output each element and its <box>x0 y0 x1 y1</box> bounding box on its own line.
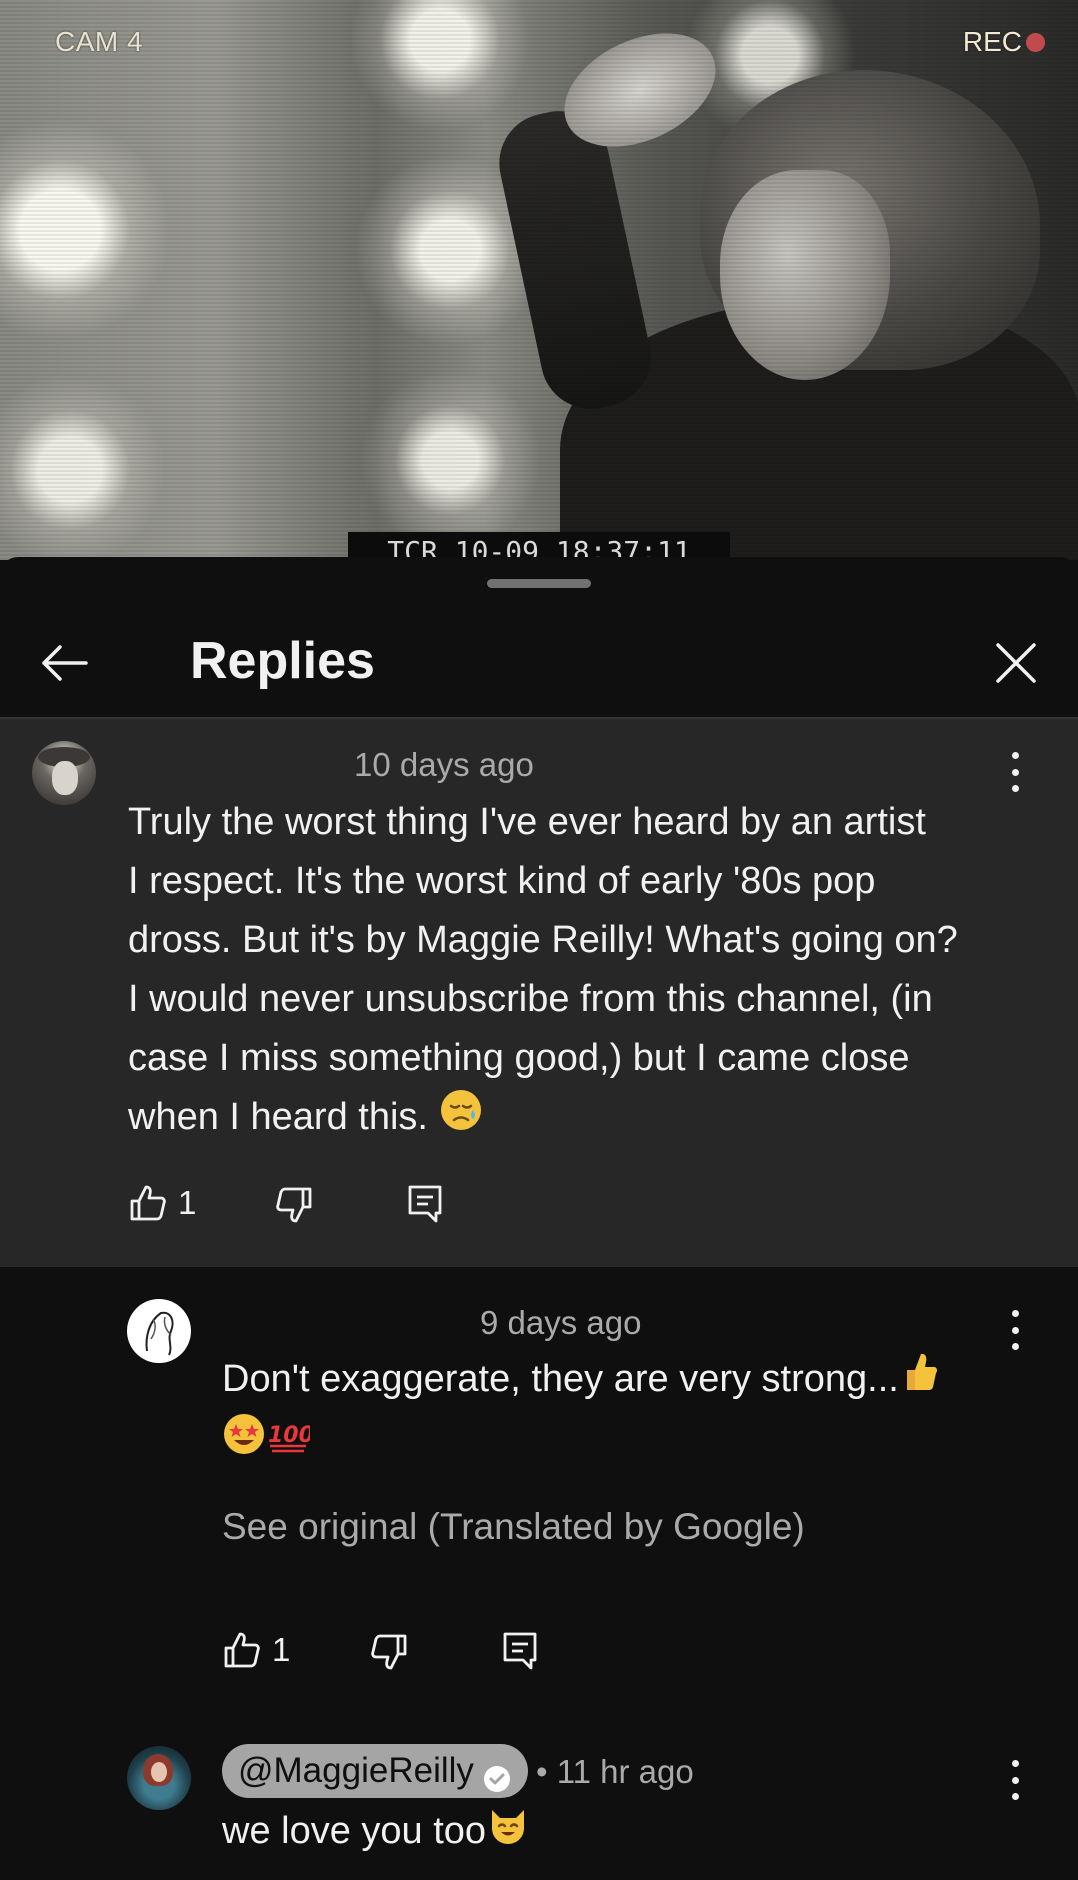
like-button[interactable]: 1 <box>222 1630 290 1670</box>
svg-text:100: 100 <box>268 1423 310 1448</box>
dislike-button[interactable] <box>274 1185 314 1225</box>
close-button[interactable] <box>988 635 1044 691</box>
like-count: 1 <box>178 1184 197 1221</box>
comment-menu-button[interactable] <box>1005 752 1025 792</box>
thumbs-up-icon <box>130 1185 166 1221</box>
timecode-overlay: TCR 10-09 18:37:11 <box>348 532 730 560</box>
hundred-points-icon: 100 <box>266 1412 314 1474</box>
see-original-link[interactable]: See original (Translated by Google) <box>222 1505 805 1549</box>
avatar[interactable] <box>127 1746 191 1810</box>
thumbs-up-icon <box>224 1632 260 1668</box>
reply-comment-icon <box>503 1632 537 1670</box>
rec-indicator: REC <box>963 26 1045 58</box>
comment-text-line: I respect. It's the worst kind of early … <box>128 860 876 902</box>
thumbs-down-icon <box>371 1634 407 1670</box>
sad-sweat-face-icon <box>439 1088 483 1150</box>
page-title: Replies <box>190 632 375 690</box>
dislike-button[interactable] <box>369 1632 409 1672</box>
back-button[interactable] <box>36 635 92 691</box>
cam-label: CAM 4 <box>55 26 144 57</box>
like-count: 1 <box>272 1631 291 1668</box>
smiling-cat-face-icon <box>486 1802 530 1864</box>
close-icon <box>996 643 1036 683</box>
emoji-line: 100 <box>222 1412 1022 1474</box>
comment-time: 9 days ago <box>480 1304 642 1341</box>
avatar-face <box>52 761 78 795</box>
sketch-avatar-icon <box>145 1311 174 1356</box>
author-name: @MaggieReilly <box>238 1751 474 1790</box>
reply-comment-icon <box>408 1185 442 1223</box>
avatar[interactable] <box>32 741 96 805</box>
thumbs-down-icon <box>276 1187 312 1223</box>
star-struck-face-icon <box>222 1412 266 1474</box>
comment-text-line: when I heard this. <box>128 1096 428 1139</box>
comment-text-line: case I miss something good,) but I came … <box>128 1037 910 1079</box>
avatar-face <box>151 1762 167 1782</box>
thumbs-up-emoji-icon <box>899 1350 939 1412</box>
comment-menu-button[interactable] <box>1005 1760 1025 1800</box>
avatar[interactable] <box>127 1299 191 1363</box>
comment-text-line: dross. But it's by Maggie Reilly! What's… <box>128 919 958 961</box>
back-arrow-icon <box>42 645 88 681</box>
comment-text: Truly the worst thing I've ever heard by… <box>128 793 1028 1150</box>
like-button[interactable]: 1 <box>128 1183 196 1223</box>
rec-dot-icon <box>1026 32 1045 52</box>
replies-header: Replies <box>0 607 1078 717</box>
comment-text-line: Don't exaggerate, they are very strong..… <box>222 1358 899 1401</box>
comment-menu-button[interactable] <box>1005 1310 1025 1350</box>
reply-button[interactable] <box>501 1630 539 1672</box>
comment-text-line-with-emoji: Don't exaggerate, they are very strong..… <box>222 1350 1022 1412</box>
comment-text-line: I would never unsubscribe from this chan… <box>128 978 933 1020</box>
comment-text-line-with-emoji: when I heard this. <box>128 1088 1028 1150</box>
reply-button[interactable] <box>406 1183 444 1225</box>
comment-text: Don't exaggerate, they are very strong..… <box>222 1350 1022 1474</box>
channel-owner-badge[interactable]: @MaggieReilly <box>222 1744 528 1798</box>
rec-label: REC <box>962 26 1022 57</box>
comment-text-line: Truly the worst thing I've ever heard by… <box>128 801 926 843</box>
video-scanlines <box>0 0 1078 560</box>
comment-text-line: we love you too <box>222 1810 487 1853</box>
comment-time: 10 days ago <box>354 746 534 783</box>
verified-icon <box>482 1756 512 1792</box>
video-player[interactable]: CAM 4 REC TCR 10-09 18:37:11 <box>0 0 1078 560</box>
comment-text: we love you too <box>222 1802 1022 1864</box>
drag-handle[interactable] <box>487 579 591 588</box>
comment-time: • 11 hr ago <box>536 1753 694 1790</box>
